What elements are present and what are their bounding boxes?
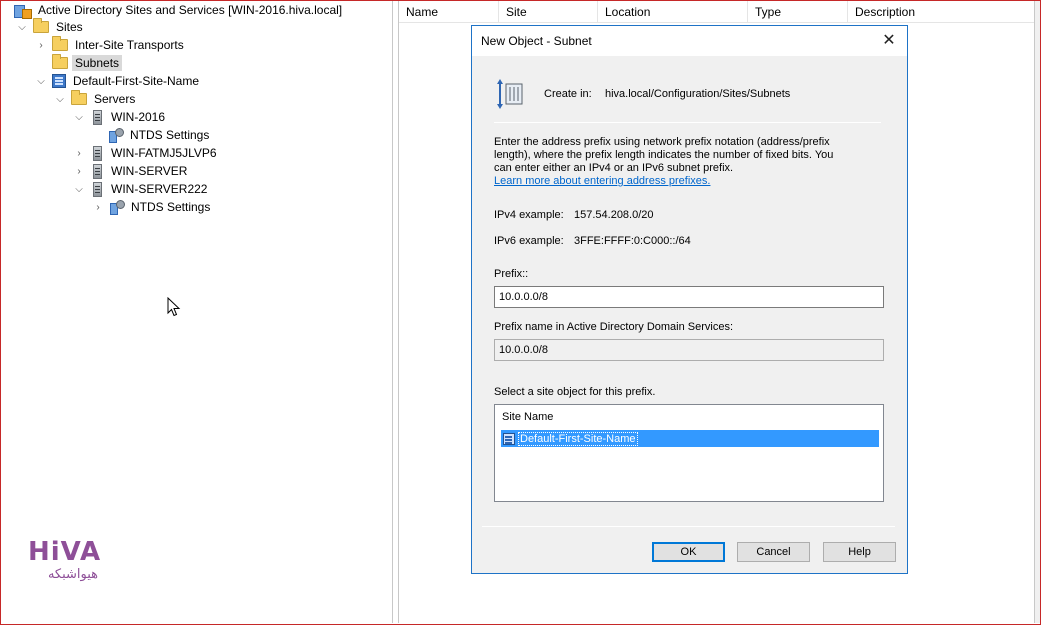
dialog-titlebar[interactable]: New Object - Subnet ✕ [472, 26, 907, 56]
tree-item-servers[interactable]: ⌵ Servers [53, 90, 138, 108]
create-in-label: Create in: [544, 88, 592, 100]
column-header-description[interactable]: Description [848, 1, 1035, 23]
chevron-down-icon[interactable]: ⌵ [15, 20, 29, 34]
chevron-down-icon[interactable]: ⌵ [53, 92, 67, 106]
chevron-right-icon[interactable]: › [34, 38, 48, 52]
logo-persian-text: هیواشبکه [47, 567, 99, 582]
tree-item-ntds-settings-2[interactable]: › NTDS Settings [91, 198, 213, 216]
site-select-label: Select a site object for this prefix. [494, 386, 656, 398]
ad-sites-app-icon [14, 3, 32, 19]
separator [494, 122, 881, 123]
close-icon[interactable]: ✕ [879, 31, 899, 51]
ntds-settings-icon [109, 200, 125, 215]
site-icon [503, 432, 515, 445]
separator [482, 526, 895, 527]
prefix-input[interactable]: 10.0.0.0/8 [494, 286, 884, 308]
server-icon [93, 163, 102, 179]
create-in-value: hiva.local/Configuration/Sites/Subnets [605, 88, 791, 100]
folder-icon [33, 18, 49, 33]
ipv4-example-value: 157.54.208.0/20 [574, 209, 654, 221]
tree-root-label: Active Directory Sites and Services [WIN… [38, 3, 343, 17]
mouse-pointer-icon [167, 297, 181, 317]
ipv6-example-label: IPv6 example: [494, 235, 564, 247]
tree-item-sites[interactable]: ⌵ Sites [15, 18, 86, 36]
tree-item-win-2016[interactable]: ⌵ WIN-2016 [72, 108, 168, 126]
subnet-container-icon [497, 79, 523, 109]
chevron-down-icon[interactable]: ⌵ [72, 110, 86, 124]
tree-item-subnets[interactable]: Subnets [52, 54, 123, 72]
column-header-site[interactable]: Site [499, 1, 598, 23]
list-header: Name Site Location Type Description [399, 1, 1034, 23]
instructions-text: Enter the address prefix using network p… [494, 136, 834, 188]
server-icon [93, 145, 102, 161]
cancel-button[interactable]: Cancel [737, 542, 810, 562]
tree-root[interactable]: Active Directory Sites and Services [WIN… [14, 1, 345, 19]
tree-item-default-first-site-name[interactable]: ⌵ Default-First-Site-Name [34, 72, 202, 90]
site-icon [52, 74, 66, 88]
ntds-settings-icon [108, 128, 124, 143]
tree-item-inter-site-transports[interactable]: › Inter-Site Transports [34, 36, 187, 54]
prefix-name-label: Prefix name in Active Directory Domain S… [494, 321, 734, 333]
instructions-body: Enter the address prefix using network p… [494, 136, 834, 174]
site-list[interactable]: Site Name Default-First-Site-Name [494, 404, 884, 502]
new-object-subnet-dialog: New Object - Subnet ✕ Create in: hiva.lo… [471, 25, 908, 574]
tree-pane: Active Directory Sites and Services [WIN… [1, 1, 393, 623]
column-header-type[interactable]: Type [748, 1, 848, 23]
site-list-header[interactable]: Site Name [502, 411, 553, 423]
tree-item-win-server[interactable]: › WIN-SERVER [72, 162, 190, 180]
column-header-name[interactable]: Name [399, 1, 499, 23]
chevron-right-icon[interactable]: › [91, 200, 105, 214]
right-edge-scroll[interactable] [1034, 1, 1040, 623]
logo-latin-text: HiVA [28, 537, 102, 567]
ipv4-example-label: IPv4 example: [494, 209, 564, 221]
tree-item-win-server222[interactable]: ⌵ WIN-SERVER222 [72, 180, 210, 198]
folder-icon [52, 36, 68, 51]
prefix-name-field: 10.0.0.0/8 [494, 339, 884, 361]
server-icon [93, 181, 102, 197]
server-icon [93, 109, 102, 125]
chevron-down-icon[interactable]: ⌵ [72, 182, 86, 196]
site-list-item-label: Default-First-Site-Name [518, 431, 638, 446]
chevron-down-icon[interactable]: ⌵ [34, 74, 48, 88]
help-button[interactable]: Help [823, 542, 896, 562]
folder-icon [52, 54, 68, 69]
prefix-label: Prefix:: [494, 268, 529, 280]
column-header-location[interactable]: Location [598, 1, 748, 23]
chevron-right-icon[interactable]: › [72, 146, 86, 160]
learn-more-link[interactable]: Learn more about entering address prefix… [494, 175, 834, 188]
dialog-title: New Object - Subnet [481, 34, 592, 48]
tree-item-win-fatmj5jlvp6[interactable]: › WIN-FATMJ5JLVP6 [72, 144, 220, 162]
tree-item-ntds-settings[interactable]: NTDS Settings [108, 126, 212, 144]
ipv6-example-value: 3FFE:FFFF:0:C000::/64 [574, 235, 691, 247]
list-item[interactable]: Default-First-Site-Name [501, 430, 879, 447]
hiva-logo: HiVA هیواشبکه [28, 539, 118, 589]
chevron-right-icon[interactable]: › [72, 164, 86, 178]
folder-icon [71, 90, 87, 105]
ok-button[interactable]: OK [652, 542, 725, 562]
